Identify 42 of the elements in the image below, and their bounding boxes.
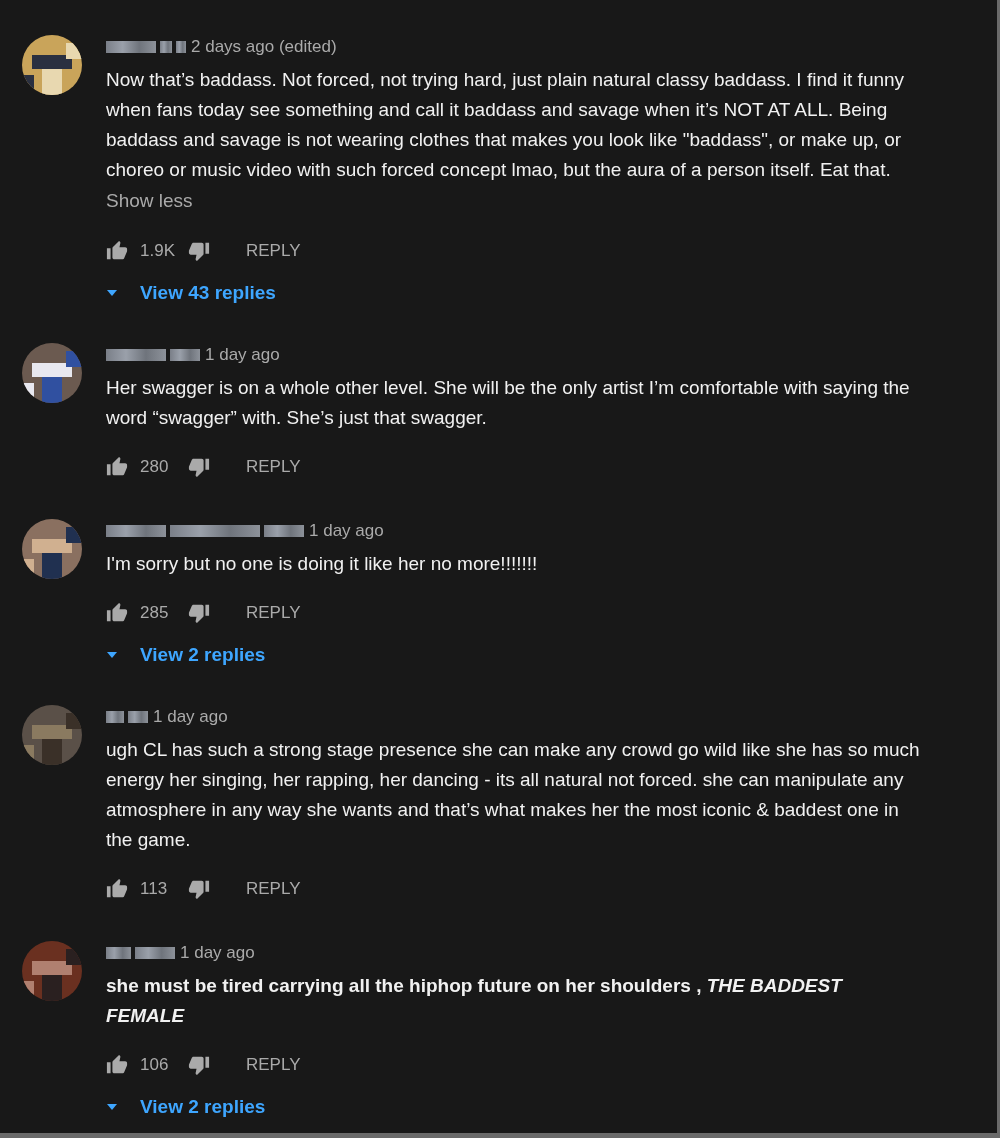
thumbs-up-icon[interactable]: [106, 1054, 128, 1076]
like-count: 113: [140, 879, 169, 899]
comment-time: 2 days ago (edited): [191, 37, 337, 57]
comment-time: 1 day ago: [180, 943, 255, 963]
thumbs-down-icon[interactable]: [188, 240, 210, 262]
comment-text: ugh CL has such a strong stage presence she can make any crowd go wild like she has so much energy her singing, her rapping, her dancing - its all natural not forced. she can manipulate any atmosphere in any way she wants and that’s what makes her the most iconic & baddest one in the game.: [106, 738, 921, 852]
comment-time: 1 day ago: [309, 521, 384, 541]
thumbs-down-icon[interactable]: [188, 456, 210, 478]
thumbs-up-icon[interactable]: [106, 240, 128, 262]
comment-text: Now that’s baddass. Not forced, not trying hard, just plain natural classy baddass. I find it funny when fans today see something and call it baddass and savage when it’s NOT AT ALL. Being baddass and savage is not wearing clothes that makes you look like "baddass", or make up, or choreo or music video with such forced concept lmao, but the aura of a person itself. Eat that.: [106, 68, 906, 182]
blurred-username[interactable]: [106, 525, 304, 537]
comment-text: Her swagger is on a whole other level. She will be the only artist I’m comfortable with saying the word “swagger” with. She’s just that swagger.: [106, 376, 911, 430]
thumbs-up-icon[interactable]: [106, 602, 128, 624]
thumbs-up-icon[interactable]: [106, 456, 128, 478]
like-count: 280: [140, 457, 170, 477]
view-replies-link[interactable]: View 2 replies: [106, 1087, 266, 1127]
blurred-username[interactable]: [106, 41, 186, 53]
comment-text: she must be tired carrying all the hiphop future on her shoulders , THE BADDEST FEMALE: [106, 974, 844, 1028]
view-replies-link[interactable]: View 43 replies: [106, 273, 276, 313]
like-count: 106: [140, 1055, 170, 1075]
like-count: 1.9K: [140, 241, 176, 261]
thumbs-up-icon[interactable]: [106, 878, 128, 900]
reply-button[interactable]: REPLY: [246, 237, 301, 265]
reply-button[interactable]: REPLY: [246, 1051, 301, 1079]
view-replies-link[interactable]: View 2 replies: [106, 635, 266, 675]
comment-time: 1 day ago: [153, 707, 228, 727]
comment-text: I'm sorry but no one is doing it like her no more!!!!!!!: [106, 552, 539, 576]
reply-button[interactable]: REPLY: [246, 875, 301, 903]
reply-button[interactable]: REPLY: [246, 453, 301, 481]
caret-icon: [106, 1103, 118, 1111]
thumbs-down-icon[interactable]: [188, 1054, 210, 1076]
comment-time: 1 day ago: [205, 345, 280, 365]
blurred-username[interactable]: [106, 349, 200, 361]
like-count: 285: [140, 603, 170, 623]
thumbs-down-icon[interactable]: [188, 602, 210, 624]
thumbs-down-icon[interactable]: [188, 878, 210, 900]
caret-icon: [106, 289, 118, 297]
blurred-username[interactable]: [106, 947, 175, 959]
reply-button[interactable]: REPLY: [246, 599, 301, 627]
caret-icon: [106, 651, 118, 659]
blurred-username[interactable]: [106, 711, 148, 723]
show-less-link[interactable]: Show less: [106, 185, 193, 217]
